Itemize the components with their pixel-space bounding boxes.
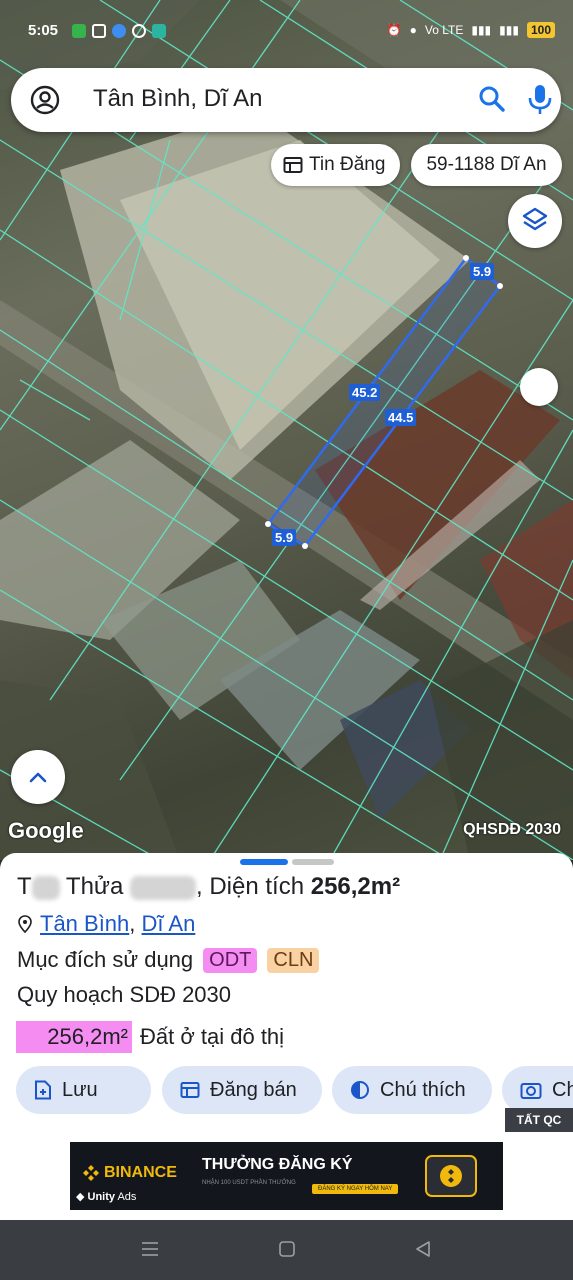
expand-button[interactable]	[11, 750, 65, 804]
capture-label: Ch	[552, 1078, 573, 1101]
signal-icon: ▮▮▮	[471, 23, 492, 37]
parcel-location: Tân Bình, Dĩ An	[18, 911, 195, 937]
lot-chip-label: 59-1188 Dĩ An	[426, 154, 547, 175]
app-notification-icon	[152, 24, 166, 38]
city-link[interactable]: Dĩ An	[142, 911, 196, 936]
title-area-label: , Diện tích	[196, 873, 311, 900]
chevron-up-icon	[29, 772, 47, 783]
listing-icon	[283, 157, 303, 173]
land-use-tag-odt: ODT	[203, 947, 258, 973]
notification-icons	[72, 24, 166, 38]
ad-banner[interactable]: BINANCE ◆ Unity Ads THƯỞNG ĐĂNG KÝ NHẬN …	[70, 1142, 503, 1210]
parcel-details-sheet: T Thửa , Diện tích 256,2m² Tân Bình, Dĩ …	[0, 853, 573, 1220]
mic-icon[interactable]	[525, 82, 555, 116]
location-marker[interactable]	[520, 368, 558, 406]
plan-layer-label: QHSDĐ 2030	[463, 821, 561, 838]
dimension-label: 5.9	[470, 263, 495, 280]
post-for-sale-button[interactable]: Đăng bán	[162, 1066, 322, 1114]
title-parcel-label: Thửa	[59, 873, 124, 900]
title-area-value: 256,2m²	[310, 873, 401, 900]
area-value: 256,2m²	[16, 1021, 132, 1053]
system-nav-bar	[0, 1220, 573, 1280]
post-for-sale-label: Đăng bán	[210, 1078, 297, 1101]
action-row: Lưu Đăng bán Chú thích Ch	[16, 1066, 573, 1116]
legend-label: Chú thích	[380, 1078, 466, 1101]
ad-brand: BINANCE	[82, 1164, 177, 1182]
alarm-icon: ⏰	[386, 23, 402, 37]
area-description: Đất ở tại đô thị	[140, 1024, 285, 1049]
menu-icon[interactable]	[141, 1240, 159, 1258]
search-query[interactable]: Tân Bình, Dĩ An	[93, 85, 262, 113]
network-label: Vo LTE	[424, 23, 464, 37]
google-attribution: Google	[8, 818, 84, 843]
status-bar: 5:05 ⏰ ● Vo LTE ▮▮▮ ▮▮▮ 100	[0, 0, 573, 64]
status-time: 5:05	[28, 22, 59, 39]
app-notification-icon	[132, 24, 146, 38]
lot-chip[interactable]: 59-1188 Dĩ An	[411, 144, 562, 186]
redacted-text	[130, 875, 196, 900]
status-right: ⏰ ● Vo LTE ▮▮▮ ▮▮▮ 100	[387, 22, 555, 38]
listings-chip[interactable]: Tin Đăng	[271, 144, 400, 186]
listings-chip-label: Tin Đăng	[309, 154, 386, 175]
search-bar[interactable]: Tân Bình, Dĩ An	[11, 68, 561, 132]
dimension-label: 5.9	[272, 529, 297, 546]
title-prefix: T	[17, 873, 32, 900]
app-notification-icon	[72, 24, 86, 38]
hide-ads-button[interactable]: TẤT QC	[505, 1108, 573, 1132]
account-icon[interactable]	[29, 84, 61, 116]
back-icon[interactable]	[414, 1240, 432, 1258]
ad-network-suffix: Ads	[117, 1191, 137, 1203]
capture-button[interactable]: Ch	[502, 1066, 573, 1114]
legend-button[interactable]: Chú thích	[332, 1066, 492, 1114]
ad-network: ◆ Unity Ads	[76, 1191, 137, 1203]
ward-link[interactable]: Tân Bình	[40, 911, 129, 936]
dimension-label: 45.2	[349, 384, 381, 401]
camera-icon	[520, 1083, 542, 1099]
ad-subtext: NHẬN 100 USDT PHẦN THƯỞNG	[202, 1180, 296, 1186]
ad-cta: ĐĂNG KÝ NGAY HÔM NAY	[312, 1184, 399, 1194]
pin-icon	[18, 915, 32, 933]
app-notification-icon	[112, 24, 126, 38]
dimension-label: 44.5	[385, 409, 417, 426]
location-separator: ,	[129, 911, 136, 936]
ad-graphic-icon	[425, 1155, 477, 1197]
app-notification-icon	[92, 24, 106, 38]
ad-network-name: Unity	[87, 1191, 116, 1203]
land-use-label: Mục đích sử dụng	[17, 947, 194, 972]
layers-icon	[522, 207, 548, 231]
battery-indicator: 100	[526, 22, 555, 38]
save-button[interactable]: Lưu	[16, 1066, 151, 1114]
land-use-row: Mục đích sử dụng ODT CLN	[17, 947, 320, 973]
plan-label: Quy hoạch SDĐ 2030	[17, 982, 232, 1007]
location-icon: ●	[409, 23, 417, 37]
ad-headline: THƯỞNG ĐĂNG KÝ	[202, 1156, 353, 1173]
listing-icon	[180, 1082, 200, 1098]
ad-brand-name: BINANCE	[104, 1164, 177, 1181]
signal-icon: ▮▮▮	[499, 23, 519, 37]
sheet-handle[interactable]	[240, 859, 288, 865]
parcel-title: T Thửa , Diện tích 256,2m²	[17, 873, 400, 901]
area-row: 256,2m² Đất ở tại đô thị	[16, 1021, 284, 1053]
redacted-text	[31, 875, 60, 900]
save-button-label: Lưu	[62, 1078, 98, 1101]
sheet-handle[interactable]	[292, 859, 334, 865]
layers-button[interactable]	[508, 194, 562, 248]
add-file-icon	[35, 1080, 51, 1100]
search-icon[interactable]	[477, 84, 507, 114]
land-use-tag-cln: CLN	[267, 947, 320, 973]
home-icon[interactable]	[278, 1240, 296, 1258]
contrast-icon	[351, 1081, 369, 1099]
binance-logo-icon	[83, 1165, 99, 1181]
